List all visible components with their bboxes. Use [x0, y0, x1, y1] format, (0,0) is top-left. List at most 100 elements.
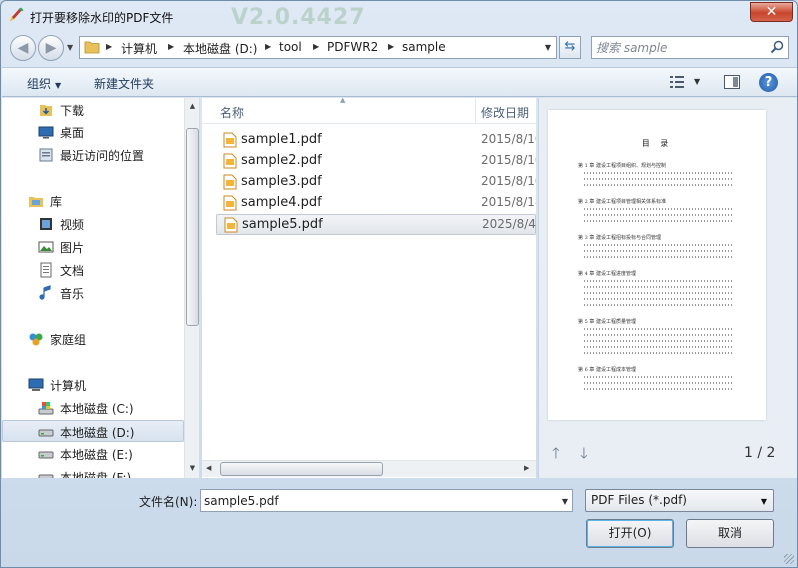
nav-item-drive-d[interactable]: 本地磁盘 (D:) [2, 420, 184, 442]
background-app-watermark: V2.0.4427 [231, 5, 366, 30]
recent-places-icon [39, 148, 53, 162]
scroll-thumb[interactable] [186, 128, 199, 326]
file-date: 2015/8/10 [481, 132, 536, 146]
filename-input[interactable] [204, 492, 544, 509]
file-row-selected[interactable]: sample5.pdf 2025/8/4 [216, 214, 536, 235]
search-box[interactable] [591, 36, 789, 59]
breadcrumb-computer[interactable]: 计算机 [121, 40, 157, 57]
command-toolbar: 组织 ▼ 新建文件夹 ▼ ? [2, 67, 797, 97]
close-button[interactable]: ✕ [750, 2, 793, 22]
file-type-selected: PDF Files (*.pdf) [591, 493, 687, 507]
preview-chapter: 第 4 章 建设工程进度管理 [578, 271, 636, 277]
cancel-button[interactable]: 取消 [686, 519, 774, 548]
preview-toc-line [584, 346, 734, 348]
open-button[interactable]: 打开(O) [586, 519, 674, 548]
resize-grip[interactable] [784, 554, 794, 564]
preview-toc-line [584, 340, 734, 342]
nav-item-pictures[interactable]: 图片 [2, 236, 184, 258]
scroll-down-icon[interactable]: ▼ [185, 460, 199, 476]
preview-toc-line [584, 220, 734, 222]
breadcrumb-separator-icon[interactable]: ▶ [168, 42, 174, 51]
nav-item-recent-places[interactable]: 最近访问的位置 [2, 144, 184, 166]
new-folder-button[interactable]: 新建文件夹 [94, 75, 154, 92]
file-row[interactable]: sample3.pdf 2015/8/10 [216, 172, 536, 193]
column-header-name[interactable]: 名称 [220, 104, 244, 121]
nav-item-drive-c[interactable]: 本地磁盘 (C:) [2, 397, 184, 419]
view-options-caret-icon[interactable]: ▼ [694, 77, 700, 86]
nav-item-videos[interactable]: 视频 [2, 213, 184, 235]
preview-toc-line [584, 172, 734, 174]
navigation-pane: 下载 桌面 最近访问的位置 库 视频 图片 文档 音乐 家庭组 计算机 本地磁盘… [2, 98, 200, 478]
file-list: ▲ 名称 修改日期 sample1.pdf 2015/8/10 sample2.… [202, 98, 536, 478]
navigation-scrollbar[interactable]: ▲ ▼ [184, 98, 199, 478]
file-type-dropdown-icon: ▼ [760, 497, 767, 506]
forward-arrow-icon: ▶ [45, 40, 57, 56]
nav-item-desktop[interactable]: 桌面 [2, 121, 184, 143]
help-icon[interactable]: ? [759, 73, 778, 92]
column-header-date[interactable]: 修改日期 [481, 104, 529, 121]
preview-toc-line [584, 376, 734, 378]
search-input[interactable] [596, 39, 766, 56]
music-library-icon [39, 285, 51, 300]
breadcrumb-separator-icon[interactable]: ▶ [265, 42, 271, 51]
column-divider[interactable] [475, 98, 476, 124]
drive-icon [38, 474, 54, 478]
breadcrumb-pdfwr2[interactable]: PDFWR2 [327, 40, 378, 54]
file-row[interactable]: sample4.pdf 2015/8/18 [216, 193, 536, 214]
breadcrumb-tool[interactable]: tool [279, 40, 302, 54]
scroll-thumb[interactable] [220, 462, 383, 476]
nav-item-downloads[interactable]: 下载 [2, 99, 184, 121]
nav-label: 音乐 [60, 287, 85, 301]
scroll-left-icon[interactable]: ◀ [206, 464, 211, 472]
pdf-file-icon [223, 174, 237, 190]
filename-combobox[interactable]: ▼ [200, 489, 573, 512]
nav-item-libraries[interactable]: 库 [2, 190, 184, 212]
breadcrumb-drive-d[interactable]: 本地磁盘 (D:) [183, 40, 257, 57]
breadcrumb-sample[interactable]: sample [402, 40, 446, 54]
preview-doc-title: 目 录 [641, 139, 673, 148]
file-date: 2015/8/10 [481, 153, 536, 167]
file-type-select[interactable]: PDF Files (*.pdf) ▼ [585, 489, 774, 512]
library-icon [29, 197, 43, 207]
file-list-horizontal-scrollbar[interactable]: ◀ ▶ [202, 460, 536, 477]
nav-item-drive-f[interactable]: 本地磁盘 (F:) [2, 466, 184, 478]
recent-locations-dropdown-icon[interactable]: ▼ [67, 43, 73, 52]
next-page-arrow-icon[interactable]: 🡓 [580, 443, 588, 468]
nav-item-documents[interactable]: 文档 [2, 259, 184, 281]
nav-label: 本地磁盘 (C:) [60, 402, 134, 416]
file-row[interactable]: sample1.pdf 2015/8/10 [216, 130, 536, 151]
title-bar[interactable]: 打开要移除水印的PDF文件 V2.0.4427 ✕ [1, 1, 797, 31]
video-library-icon [40, 218, 52, 230]
address-bar[interactable]: ▶ 计算机 ▶ 本地磁盘 (D:) ▶ tool ▶ PDFWR2 ▶ samp… [79, 36, 557, 59]
nav-item-homegroup[interactable]: 家庭组 [2, 328, 184, 350]
previous-page-arrow-icon[interactable]: 🡑 [552, 443, 560, 468]
forward-button[interactable]: ▶ [38, 35, 64, 61]
file-name: sample4.pdf [241, 195, 322, 210]
preview-toc-line [584, 256, 734, 258]
view-options-icon[interactable] [669, 75, 685, 89]
nav-label: 库 [50, 195, 63, 209]
nav-item-computer[interactable]: 计算机 [2, 374, 184, 396]
organize-button[interactable]: 组织 ▼ [27, 75, 61, 92]
nav-label: 最近访问的位置 [60, 149, 145, 163]
pdf-preview-page[interactable]: 目 录 第 1 章 建设工程项目组织、规划与控制 第 2 章 建设工程项目管理相… [548, 110, 766, 420]
filename-dropdown-icon[interactable]: ▼ [562, 497, 568, 506]
search-icon[interactable] [770, 40, 784, 54]
file-row[interactable]: sample2.pdf 2015/8/10 [216, 151, 536, 172]
back-button[interactable]: ◀ [10, 35, 36, 61]
refresh-icon: ⇆ [564, 39, 576, 54]
nav-item-drive-e[interactable]: 本地磁盘 (E:) [2, 443, 184, 465]
breadcrumb-separator-icon[interactable]: ▶ [313, 42, 319, 51]
sort-ascending-icon: ▲ [340, 98, 346, 104]
address-dropdown-icon[interactable]: ▼ [545, 43, 551, 52]
preview-chapter: 第 3 章 建设工程招标投标与合同管理 [578, 235, 661, 241]
preview-pane-toggle-icon[interactable] [724, 75, 740, 89]
pdf-file-icon [223, 153, 237, 169]
scroll-up-icon[interactable]: ▲ [185, 98, 199, 114]
nav-item-music[interactable]: 音乐 [2, 282, 184, 304]
breadcrumb-separator-icon[interactable]: ▶ [106, 42, 112, 51]
refresh-button[interactable]: ⇆ [559, 36, 581, 59]
breadcrumb-separator-icon[interactable]: ▶ [388, 42, 394, 51]
scroll-right-icon[interactable]: ▶ [524, 464, 529, 472]
preview-chapter: 第 5 章 建设工程质量管理 [578, 319, 636, 325]
